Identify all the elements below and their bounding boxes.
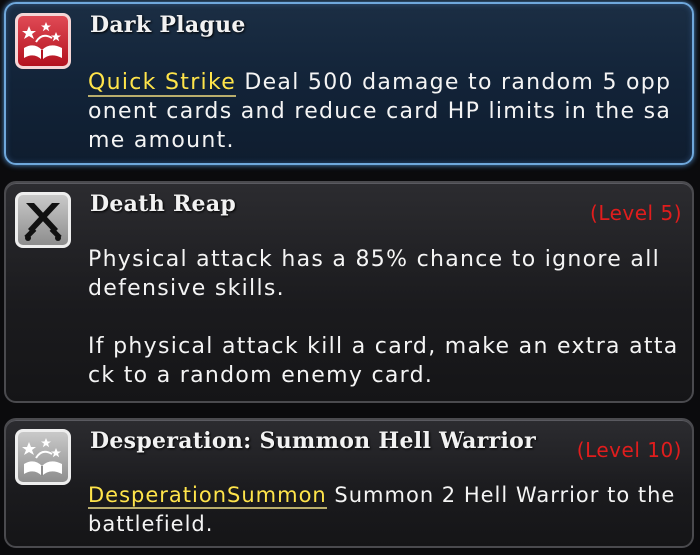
- skill-description: Physical attack has a 85% chance to igno…: [88, 245, 680, 390]
- skill-card-dark-plague[interactable]: Dark Plague Quick Strike Deal 500 damage…: [4, 2, 694, 165]
- crossed-swords-icon: [15, 192, 71, 248]
- skill-card-summon-hell-warrior[interactable]: Desperation: Summon Hell Warrior (Level …: [4, 418, 694, 548]
- keyword-summon[interactable]: Summon: [227, 483, 327, 509]
- description-paragraph: Physical attack has a 85% chance to igno…: [88, 247, 661, 301]
- skill-description: Quick Strike Deal 500 damage to random 5…: [88, 68, 680, 155]
- skill-level: (Level 10): [576, 438, 682, 462]
- keyword-desperation[interactable]: Desperation: [88, 483, 228, 509]
- skill-title: Desperation: Summon Hell Warrior: [90, 428, 537, 454]
- skill-title: Dark Plague: [90, 12, 246, 38]
- skill-description: DesperationSummon Summon 2 Hell Warrior …: [88, 481, 680, 539]
- spellbook-icon: [15, 429, 71, 485]
- skill-card-death-reap[interactable]: Death Reap (Level 5) Physical attack has…: [4, 181, 694, 403]
- spellbook-icon: [15, 13, 71, 69]
- skill-level: (Level 5): [590, 201, 682, 225]
- description-paragraph: If physical attack kill a card, make an …: [88, 334, 679, 388]
- skill-title: Death Reap: [90, 191, 237, 217]
- keyword-quick-strike[interactable]: Quick Strike: [88, 70, 237, 97]
